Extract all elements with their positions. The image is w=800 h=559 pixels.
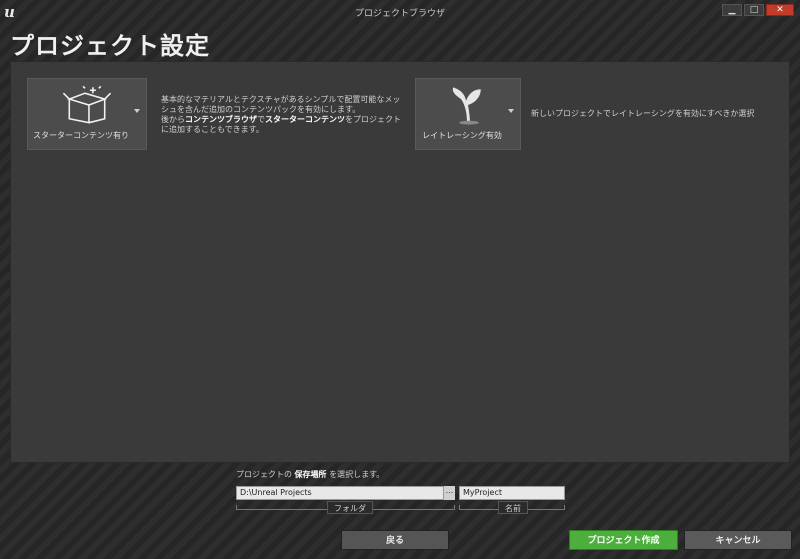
minimize-button[interactable]: ▁ [722,4,742,16]
settings-panel: スターターコンテンツ有り 基本的なマテリアルとテクスチャがあるシンプルで配置可能… [10,61,790,463]
name-caption: 名前 [498,501,528,514]
title-bar: u プロジェクトブラウザ ▁ □ ✕ [0,0,800,24]
project-browser-window: u プロジェクトブラウザ ▁ □ ✕ プロジェクト設定 スターターコンテンツ有り [0,0,800,559]
location-label: プロジェクトの 保存場所 を選択します。 [236,470,385,479]
starter-content-label: スターターコンテンツ有り [33,131,129,140]
folder-path-input[interactable]: D:\Unreal Projects [236,486,455,500]
project-name-input[interactable]: MyProject [459,486,565,500]
window-title: プロジェクトブラウザ [354,9,445,19]
raytracing-label: レイトレーシング有効 [422,131,502,140]
chevron-down-icon [508,109,514,113]
close-button[interactable]: ✕ [766,4,794,16]
box-sparkle-icon [62,85,112,124]
page-title: プロジェクト設定 [10,32,210,60]
sprout-icon [452,87,481,125]
raytracing-dropdown[interactable]: レイトレーシング有効 [415,78,521,150]
raytracing-description: 新しいプロジェクトでレイトレーシングを有効にすべきか選択 [531,109,755,118]
window-controls: ▁ □ ✕ [722,4,794,16]
create-project-button[interactable]: プロジェクト作成 [569,530,678,550]
starter-content-description: 基本的なマテリアルとテクスチャがあるシンプルで配置可能なメッシュを含んだ追加のコ… [161,95,401,134]
back-button[interactable]: 戻る [341,530,449,550]
starter-content-dropdown[interactable]: スターターコンテンツ有り [27,78,147,150]
chevron-down-icon [134,109,140,113]
browse-folder-button[interactable]: ... [443,486,455,500]
maximize-button[interactable]: □ [744,4,764,16]
cancel-button[interactable]: キャンセル [684,530,792,550]
folder-caption: フォルダ [327,501,373,514]
